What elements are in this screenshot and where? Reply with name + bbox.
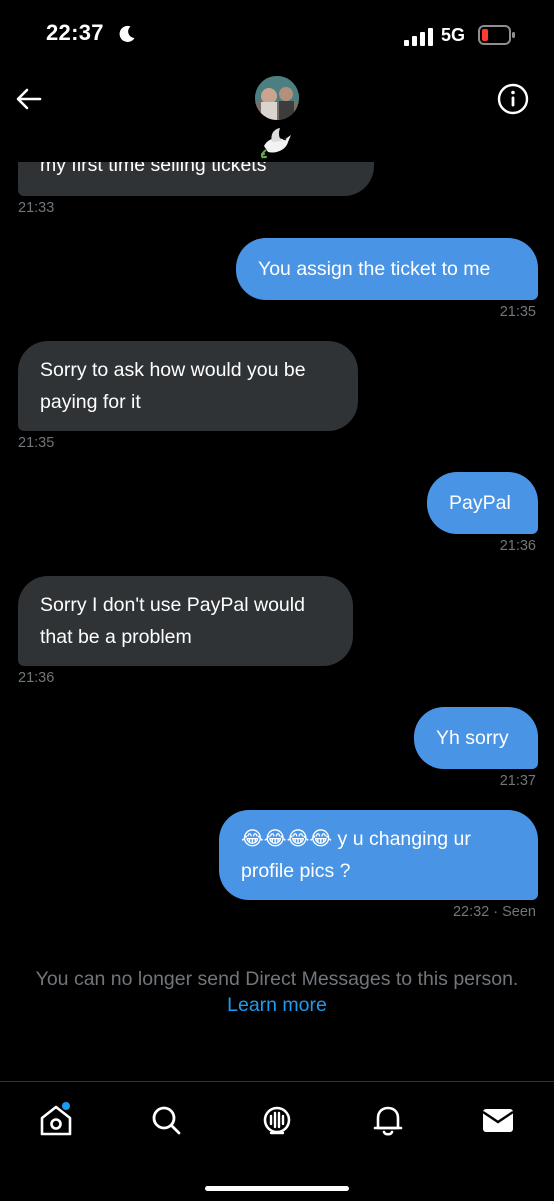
info-button[interactable] — [496, 82, 530, 116]
avatar-image — [255, 76, 299, 120]
message-bubble-outgoing[interactable]: 😂😂😂😂 y u changing ur profile pics ? — [219, 810, 538, 900]
home-icon[interactable] — [36, 1100, 76, 1140]
arrow-left-icon[interactable] — [14, 84, 44, 114]
message-timestamp-seen: 22:32 · Seen — [452, 904, 536, 920]
tab-home[interactable] — [36, 1100, 76, 1140]
tab-spaces[interactable] — [257, 1100, 297, 1140]
message-timestamp: 21:33 — [18, 200, 55, 216]
dm-disabled-notice: You can no longer send Direct Messages t… — [35, 968, 519, 990]
info-icon[interactable] — [496, 82, 530, 116]
message-bubble-outgoing[interactable]: Yh sorry — [414, 707, 538, 769]
bottom-tab-bar — [0, 1081, 554, 1201]
message-bubble-incoming[interactable]: Sorry to ask how would you be paying for… — [18, 341, 358, 431]
notifications-icon[interactable] — [368, 1100, 408, 1140]
message-timestamp: 21:36 — [18, 670, 55, 686]
message-timestamp: 21:35 — [18, 435, 55, 451]
dove-icon — [261, 128, 291, 159]
message-timestamp: 21:37 — [499, 773, 536, 789]
message-bubble-outgoing[interactable]: You assign the ticket to me — [236, 238, 538, 300]
learn-more-link[interactable]: Learn more — [0, 992, 554, 1018]
home-indicator[interactable] — [205, 1186, 349, 1191]
tab-search[interactable] — [146, 1100, 186, 1140]
message-bubble-incoming[interactable]: Sorry I don't use PayPal would that be a… — [18, 576, 353, 666]
message-bubble-outgoing[interactable]: PayPal — [427, 472, 538, 534]
spaces-icon[interactable] — [257, 1100, 297, 1140]
notification-dot — [62, 1102, 70, 1110]
messages-icon[interactable] — [478, 1100, 518, 1140]
conversation-header — [0, 70, 554, 166]
tab-notifications[interactable] — [368, 1100, 408, 1140]
avatar[interactable] — [255, 76, 299, 120]
message-timestamp: 21:36 — [499, 538, 536, 554]
tab-messages[interactable] — [478, 1100, 518, 1140]
message-timestamp: 21:35 — [499, 304, 536, 320]
search-icon[interactable] — [146, 1100, 186, 1140]
